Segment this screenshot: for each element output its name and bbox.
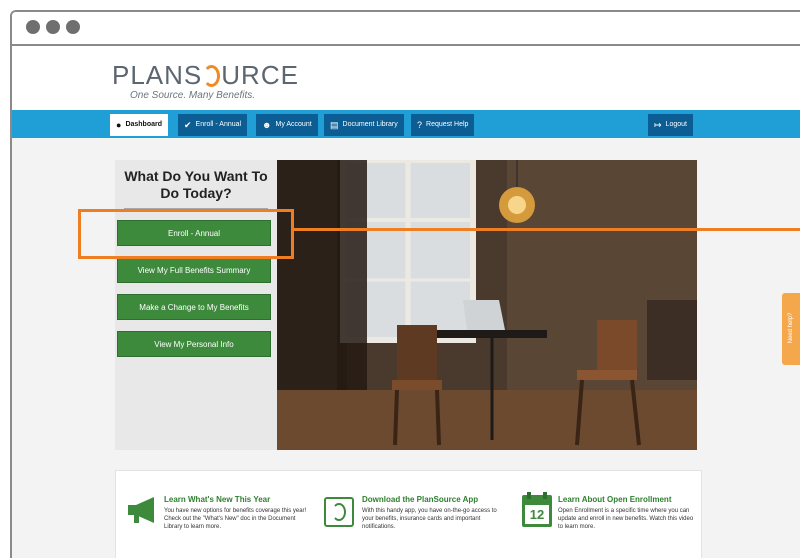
window-dot-icon bbox=[46, 20, 60, 34]
view-personal-info-button[interactable]: View My Personal Info bbox=[117, 331, 271, 357]
logo-o-icon bbox=[203, 65, 221, 87]
header: PLANS URCE One Source. Many Benefits. bbox=[12, 46, 800, 110]
need-help-label: Need help? bbox=[788, 312, 794, 344]
hero-photo bbox=[277, 160, 697, 450]
need-help-side-tab[interactable]: Need help? bbox=[782, 293, 800, 365]
make-change-button[interactable]: Make a Change to My Benefits bbox=[117, 294, 271, 320]
feature-title[interactable]: Download the PlanSource App bbox=[362, 495, 478, 504]
app-icon bbox=[324, 497, 354, 527]
window-dot-icon bbox=[66, 20, 80, 34]
help-icon: ? bbox=[417, 120, 423, 130]
tab-dashboard[interactable]: ● Dashboard bbox=[110, 114, 168, 136]
feature-text: With this handy app, you have on-the-go … bbox=[362, 508, 497, 530]
user-icon: ☻ bbox=[262, 120, 272, 130]
cafe-room-image bbox=[277, 160, 697, 450]
tab-label: Document Library bbox=[342, 121, 398, 128]
logout-icon: ↦ bbox=[654, 120, 662, 130]
highlight-callout-box bbox=[78, 209, 294, 259]
logout-button[interactable]: ↦ Logout bbox=[648, 114, 693, 136]
feature-title[interactable]: Learn What's New This Year bbox=[164, 495, 270, 504]
feature-text: Open Enrollment is a specific time where… bbox=[558, 508, 694, 530]
feature-text: You have new options for benefits covera… bbox=[164, 508, 307, 530]
window-titlebar bbox=[12, 12, 800, 46]
checkmark-icon: ✔ bbox=[184, 120, 192, 130]
features-panel: Learn What's New This Year You have new … bbox=[115, 470, 702, 558]
feature-title[interactable]: Learn About Open Enrollment bbox=[558, 495, 671, 504]
logo-text-left: PLANS bbox=[112, 60, 203, 90]
tab-label: Enroll - Annual bbox=[195, 121, 242, 128]
tab-enroll-annual[interactable]: ✔ Enroll - Annual bbox=[178, 114, 248, 136]
calendar-day: 12 bbox=[525, 505, 549, 524]
browser-window: PLANS URCE One Source. Many Benefits. ● D… bbox=[10, 10, 800, 558]
tab-label: Request Help bbox=[426, 121, 469, 128]
tab-my-account[interactable]: ☻ My Account bbox=[256, 114, 318, 136]
tab-label: My Account bbox=[275, 121, 312, 128]
actions-heading: What Do You Want To Do Today? bbox=[124, 168, 268, 201]
info-icon: ● bbox=[116, 120, 122, 130]
tab-request-help[interactable]: ? Request Help bbox=[411, 114, 475, 136]
plansource-logo[interactable]: PLANS URCE bbox=[112, 60, 299, 91]
logo-text-right: URCE bbox=[221, 60, 299, 90]
book-icon: ▤ bbox=[330, 120, 339, 130]
highlight-callout-line bbox=[294, 228, 800, 231]
view-benefits-summary-button[interactable]: View My Full Benefits Summary bbox=[117, 257, 271, 283]
logo-tagline: One Source. Many Benefits. bbox=[130, 90, 256, 101]
dashboard-content: What Do You Want To Do Today? Enroll - A… bbox=[12, 138, 800, 558]
nav-bar: ● Dashboard ✔ Enroll - Annual ☻ My Accou… bbox=[12, 110, 800, 138]
actions-panel: What Do You Want To Do Today? Enroll - A… bbox=[115, 160, 277, 450]
calendar-icon: 12 bbox=[522, 492, 552, 527]
tab-label: Dashboard bbox=[125, 121, 162, 128]
window-dot-icon bbox=[26, 20, 40, 34]
logout-label: Logout bbox=[665, 121, 687, 128]
megaphone-icon bbox=[128, 497, 154, 523]
tab-document-library[interactable]: ▤ Document Library bbox=[324, 114, 404, 136]
